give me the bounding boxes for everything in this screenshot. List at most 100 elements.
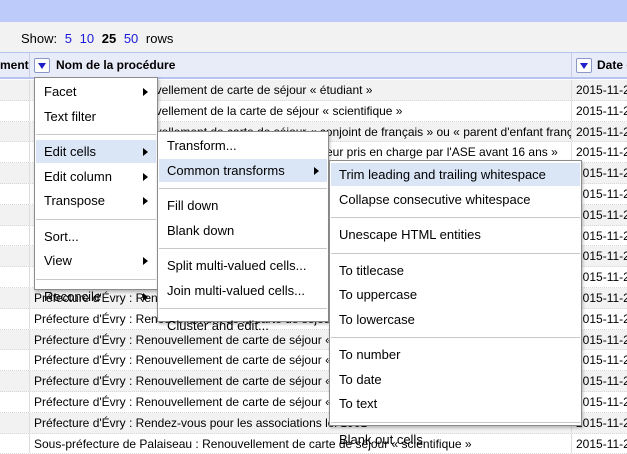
show-5-link[interactable]: 5	[65, 31, 72, 46]
menu-item-label: Unescape HTML entities	[339, 227, 481, 242]
row-index-cell	[0, 329, 30, 350]
row-index-cell	[0, 433, 30, 454]
menu-separator	[331, 217, 580, 218]
menu-item-label: To lowercase	[339, 311, 415, 327]
menu-item-unescape-html-entities[interactable]: Unescape HTML entities	[331, 223, 580, 246]
menu-item-label: To text	[339, 396, 378, 411]
row-index-cell	[0, 391, 30, 412]
column-header-nom: Nom de la procédure	[30, 53, 572, 78]
show-label: Show:	[21, 31, 58, 46]
top-bar	[0, 0, 627, 22]
menu-item-label: Facet	[44, 84, 77, 99]
menu-item-label: Cluster and edit...	[167, 318, 269, 333]
menu-item-to-text[interactable]: To text	[331, 392, 580, 415]
date-cell[interactable]: 2015-11-2	[572, 122, 627, 142]
menu-item-label: To number	[339, 347, 401, 362]
row-index-cell	[0, 267, 30, 287]
menu-item-to-date[interactable]: To date	[331, 368, 580, 391]
show-25-selected: 25	[101, 31, 117, 46]
row-index-cell	[0, 121, 30, 142]
menu-item-edit-column[interactable]: Edit column	[36, 165, 156, 188]
common-transforms-submenu: Trim leading and trailing whitespace Coll…	[329, 160, 582, 447]
row-index-cell	[0, 287, 30, 308]
menu-item-reconcile[interactable]: Reconcile	[36, 285, 156, 308]
column-dropdown-button[interactable]	[576, 58, 592, 73]
menu-separator	[331, 421, 580, 423]
menu-item-label: Edit column	[44, 168, 112, 184]
menu-separator	[36, 218, 156, 220]
menu-item-label: Transpose	[44, 193, 105, 208]
menu-item-label: Trim leading and trailing whitespace	[339, 167, 546, 182]
menu-separator	[331, 252, 580, 254]
menu-item-join-multi-valued-cells[interactable]: Join multi-valued cells...	[159, 279, 327, 302]
menu-item-edit-cells[interactable]: Edit cells	[36, 140, 156, 163]
submenu-arrow-icon	[143, 292, 148, 301]
menu-item-view[interactable]: View	[36, 249, 156, 272]
menu-item-label: Blank out cells	[339, 431, 423, 447]
menu-item-sort[interactable]: Sort...	[36, 225, 156, 248]
menu-item-label: Sort...	[44, 228, 79, 244]
column-title: Nom de la procédure	[56, 58, 176, 72]
submenu-arrow-icon	[143, 172, 148, 181]
rows-per-page-bar: Show: 5 10 25 50 rows	[0, 22, 627, 52]
menu-item-label: Collapse consecutive whitespace	[339, 191, 531, 207]
column-title: Date c	[597, 58, 627, 72]
show-50-link[interactable]: 50	[124, 31, 138, 46]
date-cell[interactable]: 2015-11-2	[572, 434, 627, 454]
menu-item-label: To uppercase	[339, 287, 418, 302]
submenu-arrow-icon	[314, 166, 319, 175]
row-index-cell	[0, 142, 30, 163]
menu-item-cluster-and-edit[interactable]: Cluster and edit...	[159, 314, 327, 337]
menu-item-label: View	[44, 253, 72, 268]
date-cell[interactable]: 2015-11-2	[572, 80, 627, 100]
menu-item-blank-down[interactable]: Blank down	[159, 219, 327, 242]
menu-separator	[36, 278, 156, 280]
menu-item-label: To titlecase	[339, 262, 405, 278]
submenu-arrow-icon	[143, 148, 148, 156]
row-index-cell	[0, 246, 30, 267]
column-header-prev: ment	[0, 53, 30, 78]
row-index-cell	[0, 412, 30, 433]
menu-item-collapse-consecutive-whitespace[interactable]: Collapse consecutive whitespace	[331, 188, 580, 211]
submenu-arrow-icon	[143, 88, 148, 96]
column-menu: Facet Text filter Edit cells Edit column Tra…	[34, 77, 158, 304]
menu-item-label: Split multi-valued cells...	[167, 258, 307, 273]
menu-item-text-filter[interactable]: Text filter	[36, 105, 156, 128]
menu-item-transform[interactable]: Transform...	[159, 134, 327, 157]
date-cell[interactable]: 2015-11-2	[572, 101, 627, 121]
menu-item-label: Common transforms	[167, 162, 285, 178]
column-header-date: Date c	[572, 53, 627, 78]
row-index-cell	[0, 163, 30, 183]
menu-item-label: Transform...	[167, 138, 237, 153]
menu-separator	[36, 134, 156, 135]
menu-item-facet[interactable]: Facet	[36, 80, 156, 103]
row-index-cell	[0, 80, 30, 100]
menu-item-label: Text filter	[44, 108, 97, 124]
menu-item-to-uppercase[interactable]: To uppercase	[331, 283, 580, 306]
menu-item-split-multi-valued-cells[interactable]: Split multi-valued cells...	[159, 254, 327, 277]
menu-item-label: Fill down	[167, 198, 219, 213]
menu-item-blank-out-cells[interactable]: Blank out cells	[331, 428, 580, 451]
menu-separator	[331, 337, 580, 338]
row-index-cell	[0, 308, 30, 329]
menu-item-label: Reconcile	[44, 288, 102, 304]
menu-separator	[159, 248, 327, 249]
menu-item-label: Join multi-valued cells...	[167, 282, 305, 298]
menu-item-to-titlecase[interactable]: To titlecase	[331, 259, 580, 282]
row-index-cell	[0, 371, 30, 391]
menu-item-label: To date	[339, 371, 382, 387]
menu-item-transpose[interactable]: Transpose	[36, 189, 156, 212]
show-10-link[interactable]: 10	[80, 31, 94, 46]
menu-item-label: Blank down	[167, 222, 235, 238]
row-index-cell	[0, 204, 30, 225]
menu-item-common-transforms[interactable]: Common transforms	[159, 158, 327, 182]
menu-item-label: Edit cells	[44, 144, 97, 159]
column-dropdown-button[interactable]	[34, 58, 50, 73]
edit-cells-submenu: Transform... Common transforms Fill down Bl…	[157, 131, 329, 333]
row-index-cell	[0, 183, 30, 204]
row-index-cell	[0, 225, 30, 246]
menu-item-to-lowercase[interactable]: To lowercase	[331, 308, 580, 331]
menu-item-to-number[interactable]: To number	[331, 343, 580, 366]
menu-item-fill-down[interactable]: Fill down	[159, 194, 327, 217]
menu-item-trim-leading-and-trailing-whitespace[interactable]: Trim leading and trailing whitespace	[331, 163, 580, 186]
